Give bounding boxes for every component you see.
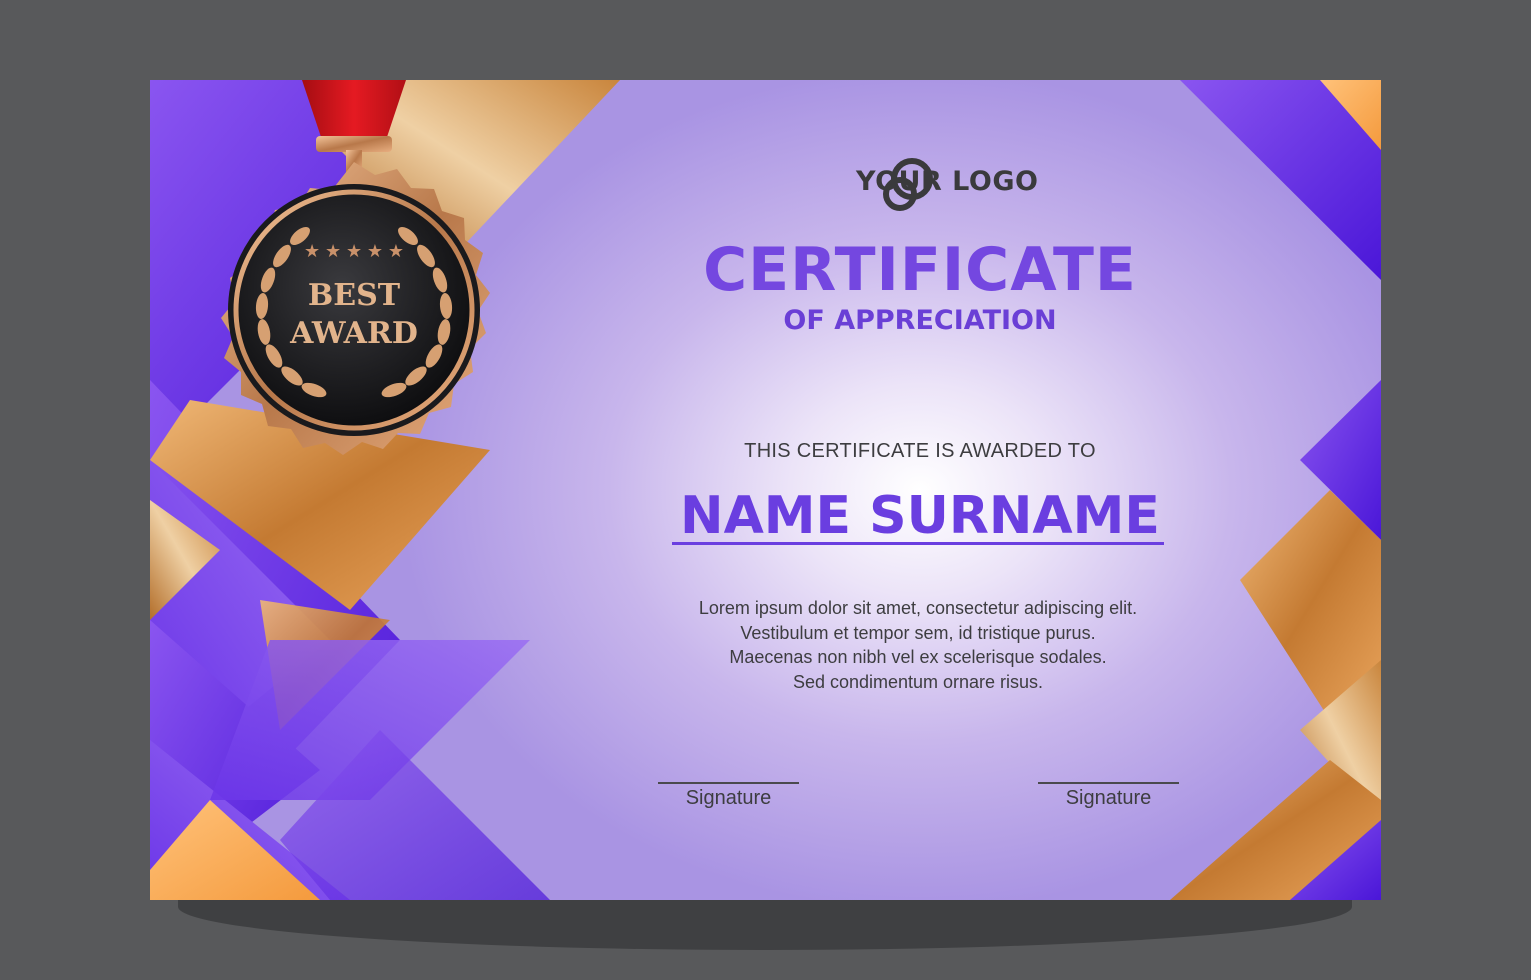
svg-text:★: ★ xyxy=(388,241,404,262)
medal-line1: BEST xyxy=(308,278,401,313)
recipient-name: NAME SURNAME xyxy=(680,486,1160,546)
certificate-card: ★ ★ ★ ★ ★ BEST AWARD YOUR LOGO CERTIFICA… xyxy=(150,80,1381,900)
certificate-subtitle: OF APPRECIATION xyxy=(783,305,1057,336)
signature-line-left xyxy=(658,782,799,784)
awarded-to-label: THIS CERTIFICATE IS AWARDED TO xyxy=(744,440,1096,462)
signature-label-left: Signature xyxy=(685,787,772,809)
svg-text:★: ★ xyxy=(346,241,362,262)
body-line-1: Lorem ipsum dolor sit amet, consectetur … xyxy=(698,598,1138,618)
certificate-title: CERTIFICATE xyxy=(703,235,1137,305)
body-line-2: Vestibulum et tempor sem, id tristique p… xyxy=(740,622,1096,643)
best-award-medal: ★ ★ ★ ★ ★ BEST AWARD xyxy=(221,80,490,455)
medal-line2: AWARD xyxy=(289,316,418,351)
signature-label-right: Signature xyxy=(1065,787,1152,809)
signature-line-right xyxy=(1038,782,1179,784)
certificate-body: Lorem ipsum dolor sit amet, consectetur … xyxy=(640,596,1196,694)
svg-text:★: ★ xyxy=(325,241,341,262)
name-underline xyxy=(672,542,1164,545)
svg-text:★: ★ xyxy=(367,241,383,262)
logo-text: YOUR LOGO xyxy=(856,166,1039,197)
body-line-3: Maecenas non nibh vel ex scelerisque sod… xyxy=(729,647,1107,667)
body-line-4: Sed condimentum ornare risus. xyxy=(792,671,1044,692)
svg-text:★: ★ xyxy=(304,241,320,262)
